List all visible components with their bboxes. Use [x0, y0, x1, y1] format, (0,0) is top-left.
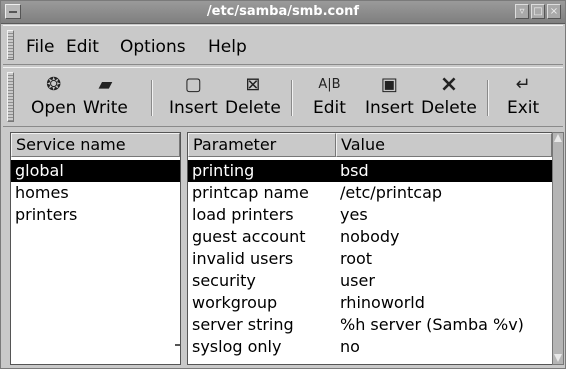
table-row[interactable]: invalid users root — [188, 248, 552, 270]
write-button[interactable]: ▰ Write — [83, 74, 128, 118]
insert-service-label: Insert — [169, 98, 218, 118]
delete-service-label: Delete — [225, 98, 281, 118]
edit-icon: A|B — [318, 77, 341, 92]
parameter-name: printing — [192, 161, 255, 180]
parameter-value: bsd — [340, 161, 369, 180]
table-row[interactable]: syslog only no — [188, 336, 552, 358]
menu-help[interactable]: Help — [208, 37, 247, 57]
maximize-button[interactable]: □ — [531, 4, 545, 19]
parameter-value: root — [340, 249, 373, 268]
open-button[interactable]: ❂ Open — [31, 74, 76, 118]
parameter-header[interactable]: Parameter — [188, 133, 336, 157]
exit-icon: ↵ — [515, 74, 531, 95]
table-row[interactable]: printcap name /etc/printcap — [188, 182, 552, 204]
insert-param-label: Insert — [365, 98, 414, 118]
floppy-icon: ▰ — [98, 74, 113, 95]
scroll-down-icon[interactable] — [554, 354, 562, 362]
delete-param-button[interactable]: × Delete — [421, 72, 477, 119]
insert-service-icon: ▢ — [184, 74, 202, 95]
menu-file[interactable]: File — [26, 37, 54, 57]
toolbar-handle[interactable] — [7, 72, 14, 122]
window-title: /etc/samba/smb.conf — [206, 4, 360, 19]
table-row[interactable]: security user — [188, 270, 552, 292]
parameter-value: rhinoworld — [340, 293, 425, 312]
table-row[interactable]: load printers yes — [188, 204, 552, 226]
menu-bar: File Edit Options Help — [3, 25, 563, 65]
parameter-value: user — [340, 271, 375, 290]
delete-service-icon: ⊠ — [245, 74, 261, 95]
parameter-value: /etc/printcap — [340, 183, 443, 202]
service-name: global — [15, 161, 64, 180]
pane-resize-grip[interactable] — [175, 344, 181, 346]
parameter-name: server string — [192, 315, 294, 334]
open-icon: ❂ — [46, 74, 62, 95]
parameter-table[interactable]: Parameter Value printing bsd printcap na… — [187, 132, 553, 365]
insert-param-icon: ▣ — [380, 74, 398, 95]
parameter-name: security — [192, 271, 256, 290]
toolbar-separator — [151, 80, 153, 116]
service-name: homes — [15, 183, 69, 202]
parameter-value: no — [340, 337, 360, 356]
table-row[interactable]: server string %h server (Samba %v) — [188, 314, 552, 336]
minimize-button[interactable]: ▿ — [515, 4, 529, 19]
parameter-value: yes — [340, 205, 368, 224]
service-name-header[interactable]: Service name — [11, 133, 180, 157]
menubar-handle[interactable] — [7, 30, 14, 60]
toolbar-separator — [487, 80, 489, 116]
toolbar: ❂ Open ▰ Write ▢ Insert ⊠ Delete A|B Edi… — [3, 67, 563, 127]
edit-button[interactable]: A|B Edit — [313, 74, 346, 118]
delete-param-icon: × — [439, 72, 459, 97]
table-row[interactable]: workgroup rhinoworld — [188, 292, 552, 314]
table-row[interactable]: printing bsd — [188, 160, 552, 182]
scroll-up-icon[interactable] — [554, 134, 562, 142]
menu-options[interactable]: Options — [120, 37, 186, 57]
close-button[interactable]: × — [547, 4, 561, 19]
menu-edit[interactable]: Edit — [66, 37, 99, 57]
service-row-printers[interactable]: printers — [11, 204, 180, 226]
parameter-name: workgroup — [192, 293, 278, 312]
service-name: printers — [15, 205, 78, 224]
table-row[interactable]: guest account nobody — [188, 226, 552, 248]
parameter-value: %h server (Samba %v) — [340, 315, 524, 334]
service-list[interactable]: Service name global homes printers — [10, 132, 181, 365]
service-row-homes[interactable]: homes — [11, 182, 180, 204]
toolbar-separator — [291, 80, 293, 116]
parameter-name: invalid users — [192, 249, 294, 268]
vertical-scrollbar[interactable] — [552, 132, 564, 365]
service-row-global[interactable]: global — [11, 160, 180, 182]
parameter-name: load printers — [192, 205, 294, 224]
parameter-value: nobody — [340, 227, 400, 246]
delete-param-label: Delete — [421, 98, 477, 118]
edit-label: Edit — [313, 98, 346, 118]
exit-button[interactable]: ↵ Exit — [507, 74, 539, 118]
parameter-name: syslog only — [192, 337, 282, 356]
parameter-name: printcap name — [192, 183, 309, 202]
open-label: Open — [31, 98, 77, 118]
insert-param-button[interactable]: ▣ Insert — [365, 74, 414, 118]
parameter-name: guest account — [192, 227, 306, 246]
write-label: Write — [83, 98, 128, 118]
title-bar[interactable]: /etc/samba/smb.conf ▿ □ × — [1, 1, 565, 24]
value-header[interactable]: Value — [336, 133, 552, 157]
application-window: /etc/samba/smb.conf ▿ □ × File Edit Opti… — [0, 0, 566, 369]
delete-service-button[interactable]: ⊠ Delete — [225, 74, 281, 118]
exit-label: Exit — [507, 98, 540, 118]
insert-service-button[interactable]: ▢ Insert — [169, 74, 218, 118]
